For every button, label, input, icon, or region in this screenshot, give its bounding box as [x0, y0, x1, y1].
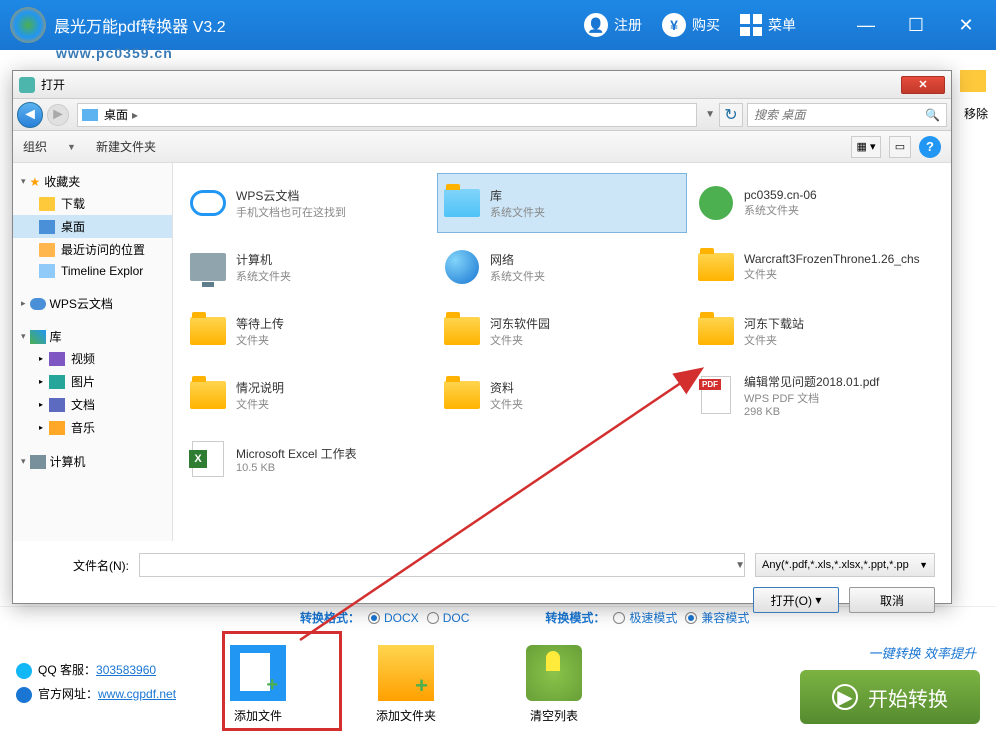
sidebar-favorites[interactable]: ▾★收藏夹: [13, 171, 172, 192]
file-item[interactable]: 资料文件夹: [437, 365, 687, 425]
qq-icon: [16, 663, 32, 679]
app-title: 晨光万能pdf转换器 V3.2: [54, 13, 584, 37]
dialog-toolbar: 组织 ▼ 新建文件夹 ▦ ▾ ▭ ?: [13, 131, 951, 163]
contact-info: QQ 客服：303583960 官方网址：www.cgpdf.net: [16, 658, 176, 706]
app-titlebar: 晨光万能pdf转换器 V3.2 👤 注册 ¥ 购买 菜单 ― ☐ ✕: [0, 0, 996, 50]
add-folder-icon: +: [378, 645, 434, 701]
close-button[interactable]: ✕: [946, 10, 986, 40]
yen-icon: ¥: [662, 13, 686, 37]
dialog-titlebar: 打开 ✕: [13, 71, 951, 99]
maximize-button[interactable]: ☐: [896, 10, 936, 40]
desktop-icon: [82, 109, 98, 121]
preview-button[interactable]: ▭: [889, 136, 911, 158]
file-item[interactable]: WPS云文档手机文档也可在这找到: [183, 173, 433, 233]
buy-button[interactable]: ¥ 购买: [662, 13, 720, 37]
sidebar-desktop[interactable]: 桌面: [13, 215, 172, 238]
sidebar-document[interactable]: ▸文档: [13, 393, 172, 416]
register-button[interactable]: 👤 注册: [584, 13, 642, 37]
dialog-close-button[interactable]: ✕: [901, 76, 945, 94]
refresh-button[interactable]: ↻: [719, 103, 743, 127]
filetype-filter[interactable]: Any(*.pdf,*.xls,*.xlsx,*.ppt,*.pp▼: [755, 553, 935, 577]
dialog-footer: 文件名(N): ▼ Any(*.pdf,*.xls,*.xlsx,*.ppt,*…: [13, 541, 951, 625]
help-button[interactable]: ?: [919, 136, 941, 158]
clear-icon: [526, 645, 582, 701]
breadcrumb[interactable]: 桌面 ▸: [77, 103, 697, 127]
cancel-button[interactable]: 取消: [849, 587, 935, 613]
dialog-icon: [19, 77, 35, 93]
app-logo: [10, 7, 46, 43]
play-icon: ▶: [832, 684, 858, 710]
sidebar-music[interactable]: ▸音乐: [13, 416, 172, 439]
file-item[interactable]: 网络系统文件夹: [437, 237, 687, 297]
sidebar: ▾★收藏夹 下载 桌面 最近访问的位置 Timeline Explor ▸WPS…: [13, 163, 173, 541]
open-file-dialog: 打开 ✕ ◄ ► 桌面 ▸ ▼ ↻ 🔍 组织 ▼ 新建文件夹 ▦ ▾ ▭ ? ▾…: [12, 70, 952, 604]
file-item[interactable]: 库系统文件夹: [437, 173, 687, 233]
remove-label: 移除: [964, 105, 988, 122]
file-item[interactable]: 河东软件园文件夹: [437, 301, 687, 361]
folder-icon: [960, 70, 986, 92]
dialog-nav: ◄ ► 桌面 ▸ ▼ ↻ 🔍: [13, 99, 951, 131]
sidebar-timeline[interactable]: Timeline Explor: [13, 261, 172, 281]
qq-link[interactable]: 303583960: [96, 663, 156, 677]
grid-icon: [740, 14, 762, 36]
sidebar-picture[interactable]: ▸图片: [13, 370, 172, 393]
file-item[interactable]: Microsoft Excel 工作表10.5 KB: [183, 429, 433, 489]
file-item[interactable]: 河东下载站文件夹: [691, 301, 941, 361]
file-item[interactable]: 等待上传文件夹: [183, 301, 433, 361]
file-item[interactable]: 情况说明文件夹: [183, 365, 433, 425]
add-file-button[interactable]: + 添加文件: [230, 645, 286, 724]
file-grid: WPS云文档手机文档也可在这找到库系统文件夹pc0359.cn-06系统文件夹计…: [173, 163, 951, 541]
search-icon: 🔍: [925, 108, 940, 122]
filename-label: 文件名(N):: [29, 557, 129, 574]
sidebar-video[interactable]: ▸视频: [13, 347, 172, 370]
add-file-icon: +: [230, 645, 286, 701]
filename-input[interactable]: [139, 553, 745, 577]
minimize-button[interactable]: ―: [846, 10, 886, 40]
dialog-title: 打开: [41, 76, 901, 93]
start-convert-button[interactable]: ▶ 开始转换: [800, 670, 980, 724]
sidebar-recent[interactable]: 最近访问的位置: [13, 238, 172, 261]
file-item[interactable]: 计算机系统文件夹: [183, 237, 433, 297]
file-item[interactable]: pc0359.cn-06系统文件夹: [691, 173, 941, 233]
new-folder-button[interactable]: 新建文件夹: [96, 138, 156, 155]
sidebar-library[interactable]: ▾库: [13, 326, 172, 347]
website-link[interactable]: www.cgpdf.net: [98, 687, 176, 701]
nav-back-button[interactable]: ◄: [17, 102, 43, 128]
watermark: www.pc0359.cn: [56, 45, 173, 61]
nav-forward-button[interactable]: ►: [47, 104, 69, 126]
globe-icon: [16, 687, 32, 703]
app-bottom-panel: 转换格式： DOCX DOC 转换模式： 极速模式 兼容模式 QQ 客服：303…: [0, 606, 996, 736]
sidebar-wps-cloud[interactable]: ▸WPS云文档: [13, 293, 172, 314]
user-icon: 👤: [584, 13, 608, 37]
sidebar-downloads[interactable]: 下载: [13, 192, 172, 215]
file-item[interactable]: 编辑常见问题2018.01.pdfWPS PDF 文档298 KB: [691, 365, 941, 425]
chevron-right-icon: ▸: [132, 108, 138, 122]
slogan-text: 一键转换 效率提升: [868, 643, 976, 662]
organize-button[interactable]: 组织: [23, 138, 47, 155]
sidebar-computer[interactable]: ▾计算机: [13, 451, 172, 472]
search-input[interactable]: 🔍: [747, 103, 947, 127]
file-item[interactable]: Warcraft3FrozenThrone1.26_chs文件夹: [691, 237, 941, 297]
open-button[interactable]: 打开(O) ▾: [753, 587, 839, 613]
clear-list-button[interactable]: 清空列表: [526, 645, 582, 724]
breadcrumb-dropdown-icon[interactable]: ▼: [705, 109, 715, 120]
add-folder-button[interactable]: + 添加文件夹: [376, 645, 436, 724]
view-mode-button[interactable]: ▦ ▾: [851, 136, 881, 158]
menu-button[interactable]: 菜单: [740, 14, 796, 36]
